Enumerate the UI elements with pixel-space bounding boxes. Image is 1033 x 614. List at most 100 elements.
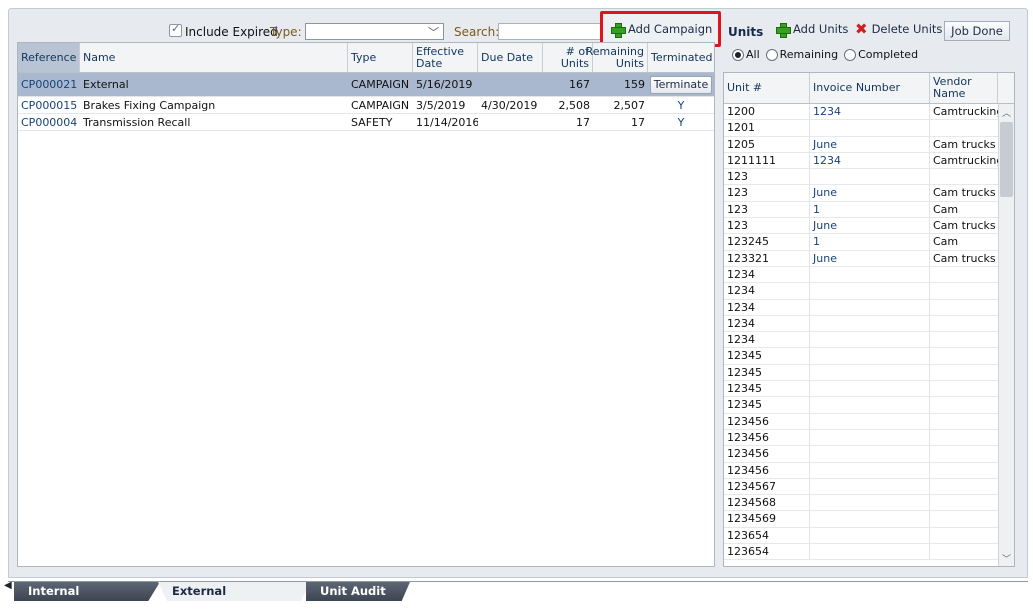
cell-type: SAFETY xyxy=(351,115,393,129)
cell-invoice-number xyxy=(810,120,930,136)
terminate-button[interactable]: Terminate xyxy=(650,75,712,94)
cell-vendor-name: Cam trucks xyxy=(933,219,996,233)
table-row[interactable]: CP000004 Transmission Recall SAFETY 11/1… xyxy=(18,114,714,131)
scrollbar-thumb[interactable] xyxy=(1000,122,1013,197)
unit-row[interactable]: 12345 xyxy=(724,364,1014,382)
include-expired-checkbox[interactable] xyxy=(169,22,182,37)
unit-row[interactable]: 1234 xyxy=(724,332,1014,349)
scroll-down-icon[interactable]: ﹀ xyxy=(1002,552,1011,565)
tab-unit-audit[interactable]: Unit Audit xyxy=(306,582,410,601)
unit-row[interactable]: 1201 xyxy=(724,120,1014,137)
cell-vendor-name: Cam xyxy=(933,235,959,249)
cell-units: 17 xyxy=(576,115,590,129)
unit-row[interactable]: 123456 xyxy=(724,429,1014,447)
filter-all-option[interactable]: All xyxy=(732,48,760,61)
cell-terminated: Y xyxy=(677,115,685,129)
unit-row[interactable]: 1200 1234 Camtrucking xyxy=(724,104,1014,121)
unit-row[interactable]: 123456 xyxy=(724,462,1014,479)
cell-unit-number: 123654 xyxy=(724,544,810,560)
cell-reference: CP000015 xyxy=(21,98,78,112)
column-header-vendor-name[interactable]: Vendor Name xyxy=(930,73,998,103)
column-header-name[interactable]: Name xyxy=(80,43,348,72)
column-header-effective-date[interactable]: Effective Date xyxy=(413,43,478,72)
unit-row[interactable]: 123 1 Cam xyxy=(724,201,1014,219)
cell-vendor-name xyxy=(930,430,998,445)
cell-vendor-name xyxy=(930,397,998,412)
units-scrollbar[interactable]: ︿ ﹀ xyxy=(998,104,1014,566)
unit-row[interactable]: 1234 xyxy=(724,266,1014,284)
cell-vendor-name xyxy=(930,495,998,510)
column-header-terminated[interactable]: Terminated xyxy=(648,43,714,72)
cell-vendor-name xyxy=(930,300,998,315)
unit-row[interactable]: 123 June Cam trucks xyxy=(724,185,1014,202)
job-done-button[interactable]: Job Done xyxy=(944,21,1010,41)
column-header-reference[interactable]: Reference xyxy=(18,43,80,72)
cell-invoice-number: June xyxy=(810,136,930,152)
unit-row[interactable]: 1234 xyxy=(724,299,1014,316)
unit-row[interactable]: 1205 June Cam trucks xyxy=(724,136,1014,153)
cell-invoice-number xyxy=(810,446,930,462)
unit-row[interactable]: 1234567 xyxy=(724,478,1014,496)
cell-unit-number: 1234 xyxy=(724,315,810,332)
unit-row[interactable]: 1234568 xyxy=(724,495,1014,512)
unit-row[interactable]: 1234569 xyxy=(724,511,1014,528)
cell-effective-date: 5/16/2019 xyxy=(416,78,473,91)
scroll-left-icon[interactable]: ◀ xyxy=(4,580,12,591)
cell-invoice-number xyxy=(810,478,930,495)
cell-invoice-number xyxy=(810,315,930,332)
units-filter: All Remaining Completed xyxy=(732,48,918,61)
unit-row[interactable]: 123 xyxy=(724,169,1014,186)
cell-unit-number: 12345 xyxy=(724,348,810,364)
add-units-button[interactable]: Add Units xyxy=(776,22,848,38)
cell-units: 2,508 xyxy=(558,98,591,112)
column-header-remaining-units[interactable]: Remaining Units xyxy=(586,43,648,72)
tab-internal-campaigns[interactable]: Internal Campaigns xyxy=(14,582,160,601)
cell-remaining-units: 159 xyxy=(624,78,645,91)
scroll-up-icon[interactable]: ︿ xyxy=(1002,106,1011,119)
unit-row[interactable]: 12345 xyxy=(724,348,1014,365)
cell-invoice-number xyxy=(810,397,930,413)
search-input[interactable] xyxy=(498,23,602,40)
plus-icon xyxy=(611,22,626,38)
cell-invoice-number xyxy=(810,511,930,527)
unit-row[interactable]: 1234 xyxy=(724,315,1014,333)
column-header-type[interactable]: Type xyxy=(348,43,413,72)
tab-external-campaigns[interactable]: External Campaigns xyxy=(158,582,310,601)
cell-invoice-number xyxy=(810,429,930,446)
unit-row[interactable]: 123 June Cam trucks xyxy=(724,218,1014,235)
unit-row[interactable]: 123245 1 Cam xyxy=(724,234,1014,251)
column-header-invoice-number[interactable]: Invoice Number xyxy=(810,73,930,103)
unit-row[interactable]: 12345 xyxy=(724,381,1014,398)
cell-invoice-number xyxy=(810,283,930,299)
delete-units-button[interactable]: ✖ Delete Units xyxy=(855,22,942,37)
cell-unit-number: 123 xyxy=(724,201,810,218)
unit-row[interactable]: 1234 xyxy=(724,283,1014,300)
cell-unit-number: 1211111 xyxy=(724,152,810,169)
filter-completed-option[interactable]: Completed xyxy=(844,48,918,61)
tabs-divider xyxy=(8,581,1028,582)
cell-unit-number: 123456 xyxy=(724,413,810,429)
radio-icon xyxy=(732,49,744,61)
filter-remaining-label: Remaining xyxy=(779,48,839,61)
unit-row[interactable]: 123456 xyxy=(724,446,1014,463)
cell-unit-number: 1234568 xyxy=(724,495,810,511)
filter-remaining-option[interactable]: Remaining xyxy=(765,48,839,61)
unit-row[interactable]: 123321 June Cam trucks xyxy=(724,250,1014,267)
cell-unit-number: 123456 xyxy=(724,462,810,478)
column-header-unit-number[interactable]: Unit # xyxy=(724,73,810,103)
column-header-due-date[interactable]: Due Date xyxy=(478,43,543,72)
unit-row[interactable]: 123654 xyxy=(724,527,1014,545)
cell-unit-number: 12345 xyxy=(724,397,810,413)
table-row[interactable]: CP000015 Brakes Fixing Campaign CAMPAIGN… xyxy=(18,97,714,114)
unit-row[interactable]: 12345 xyxy=(724,397,1014,414)
cell-invoice-number xyxy=(810,332,930,348)
type-select[interactable]: ﹀ xyxy=(305,23,444,40)
table-row[interactable]: CP000021 External CAMPAIGN 5/16/2019 167… xyxy=(18,73,714,97)
unit-row[interactable]: 123456 xyxy=(724,413,1014,430)
cell-remaining-units: 2,507 xyxy=(613,98,646,112)
unit-row[interactable]: 123654 xyxy=(724,544,1014,561)
cell-vendor-name: Camtrucking xyxy=(933,105,998,118)
unit-row[interactable]: 1211111 1234 Camtrucking xyxy=(724,152,1014,170)
cell-unit-number: 123321 xyxy=(724,250,810,266)
cell-effective-date: 11/14/2016 xyxy=(416,115,478,129)
